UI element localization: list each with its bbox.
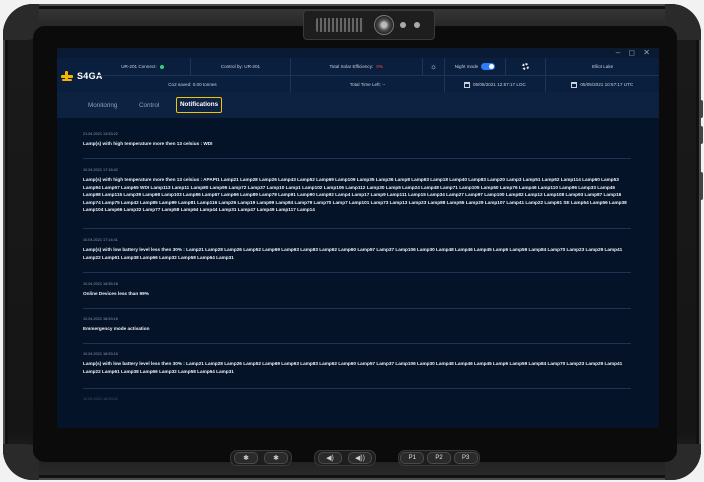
ur-connect-label: UR-201 Connect: bbox=[121, 64, 157, 69]
brightness-down-button[interactable]: ✱ bbox=[234, 452, 258, 464]
programmable-keys: P1 P2 P3 bbox=[398, 450, 480, 466]
sensor-dot-icon bbox=[400, 22, 406, 28]
volume-down-button[interactable]: ◀) bbox=[318, 452, 342, 464]
calendar-icon bbox=[463, 81, 470, 88]
brightness-button[interactable]: ☼ bbox=[423, 58, 446, 75]
p2-button[interactable]: P2 bbox=[426, 452, 451, 464]
brightness-up-icon: ✱ bbox=[273, 455, 279, 462]
utc-time-text: 05/05/2021 10:57:17 UTC bbox=[580, 82, 634, 87]
co2-saved: Co2 saved: 0.00 tonnes bbox=[95, 76, 291, 93]
tab-monitoring[interactable]: Monitoring bbox=[88, 99, 117, 113]
local-time: 05/05/2021 12:57:17 LOC bbox=[445, 76, 546, 93]
notification-date: 10.04.2021 18:53:02 bbox=[83, 397, 118, 401]
calendar-icon bbox=[571, 81, 578, 88]
night-mode-toggle[interactable] bbox=[481, 63, 496, 70]
volume-keys: ◀) ◀)) bbox=[314, 450, 376, 466]
notification-date: 10.04.2021 17:16:42 bbox=[83, 168, 118, 172]
header-row-1: UR-201 Connect: Control by: UR-201 Total… bbox=[95, 58, 659, 75]
night-mode-control: Night mode bbox=[445, 58, 506, 75]
solar-efficiency-value: 0% bbox=[376, 64, 383, 69]
notification-date: 10.04.2021 18:53:15 bbox=[83, 352, 118, 356]
notification-text: Emmergency mode activation bbox=[83, 326, 150, 331]
tab-notifications[interactable]: Notifications bbox=[176, 97, 223, 113]
settings-button[interactable] bbox=[506, 58, 547, 75]
brightness-up-button[interactable]: ✱ bbox=[264, 452, 288, 464]
notification-text: Lamp(s) with high temperature more then … bbox=[83, 177, 627, 213]
app-screen: – ◻ ✕ S4GA UR-201 Connect: Control by: U… bbox=[57, 48, 659, 428]
camera-grille bbox=[316, 18, 364, 32]
camera-module bbox=[303, 10, 435, 40]
notification-text: Lamp(s) with low battery level less then… bbox=[83, 361, 623, 374]
main-nav: Monitoring Control Notifications bbox=[57, 92, 659, 118]
tab-control[interactable]: Control bbox=[139, 99, 159, 113]
night-mode-label: Night mode bbox=[454, 64, 479, 69]
solar-efficiency: Total Solar Efficiency: 0% bbox=[291, 58, 423, 75]
notification-text: Lamp(s) with low battery level less then… bbox=[83, 247, 623, 260]
ur-connect-status: UR-201 Connect: bbox=[95, 58, 191, 75]
list-item: 10.04.2021 18:53:15 Lamp(s) with low bat… bbox=[83, 352, 631, 389]
notification-date: 10.04.2021 18:53:16 bbox=[83, 317, 118, 321]
side-button[interactable] bbox=[699, 172, 703, 200]
list-item: 10.04.2021 18:55:18 Online Devices less … bbox=[83, 282, 631, 309]
list-item: 10.04.2021 17:16:42 Lamp(s) with high te… bbox=[83, 168, 631, 229]
control-by: Control by: UR-201 bbox=[191, 58, 291, 75]
list-item: 10.04.2021 18:53:02 bbox=[83, 397, 631, 407]
local-time-text: 05/05/2021 12:57:17 LOC bbox=[472, 82, 526, 87]
side-button[interactable] bbox=[699, 126, 703, 144]
time-left: Total Time Left: -- bbox=[291, 76, 446, 93]
user-name[interactable]: Elliot Lake bbox=[546, 58, 659, 75]
solar-efficiency-label: Total Solar Efficiency: bbox=[329, 64, 374, 69]
p3-button[interactable]: P3 bbox=[453, 452, 478, 464]
gear-icon bbox=[521, 63, 529, 70]
notification-date: 21.04.2021 13:53:22 bbox=[83, 132, 118, 136]
hardware-buttons: ✱ ✱ ◀) ◀)) P1 P2 P3 bbox=[190, 448, 510, 470]
notification-date: 10.04.2021 18:55:18 bbox=[83, 282, 118, 286]
volume-down-icon: ◀) bbox=[326, 455, 334, 462]
volume-up-button[interactable]: ◀)) bbox=[348, 452, 372, 464]
plane-logo-icon bbox=[61, 70, 73, 82]
header-row-2: Co2 saved: 0.00 tonnes Total Time Left: … bbox=[95, 75, 659, 93]
utc-time: 05/05/2021 10:57:17 UTC bbox=[546, 76, 659, 93]
camera-lens-icon bbox=[374, 15, 394, 35]
notification-text: Lamp(s) with high temperature more then … bbox=[83, 141, 213, 146]
connected-dot-icon bbox=[159, 64, 164, 69]
sun-icon: ☼ bbox=[429, 61, 438, 71]
side-button[interactable] bbox=[699, 100, 703, 118]
volume-up-icon: ◀)) bbox=[354, 455, 366, 462]
list-item: 10.04.2021 17:14:41 Lamp(s) with low bat… bbox=[83, 238, 631, 273]
notification-date: 10.04.2021 17:14:41 bbox=[83, 238, 118, 242]
brightness-keys: ✱ ✱ bbox=[230, 450, 292, 466]
brightness-down-icon: ✱ bbox=[243, 455, 249, 462]
notifications-list[interactable]: 21.04.2021 13:53:22 Lamp(s) with high te… bbox=[83, 118, 635, 428]
title-bar: – ◻ ✕ bbox=[57, 48, 659, 58]
status-header: S4GA UR-201 Connect: Control by: UR-201 … bbox=[57, 58, 659, 93]
p1-button[interactable]: P1 bbox=[400, 452, 425, 464]
list-item: 21.04.2021 13:53:22 Lamp(s) with high te… bbox=[83, 132, 631, 159]
list-item: 10.04.2021 18:53:16 Emmergency mode acti… bbox=[83, 317, 631, 344]
window-controls[interactable]: – ◻ ✕ bbox=[616, 48, 653, 57]
notification-text: Online Devices less than 99% bbox=[83, 291, 149, 296]
sensor-dot-icon bbox=[414, 22, 420, 28]
